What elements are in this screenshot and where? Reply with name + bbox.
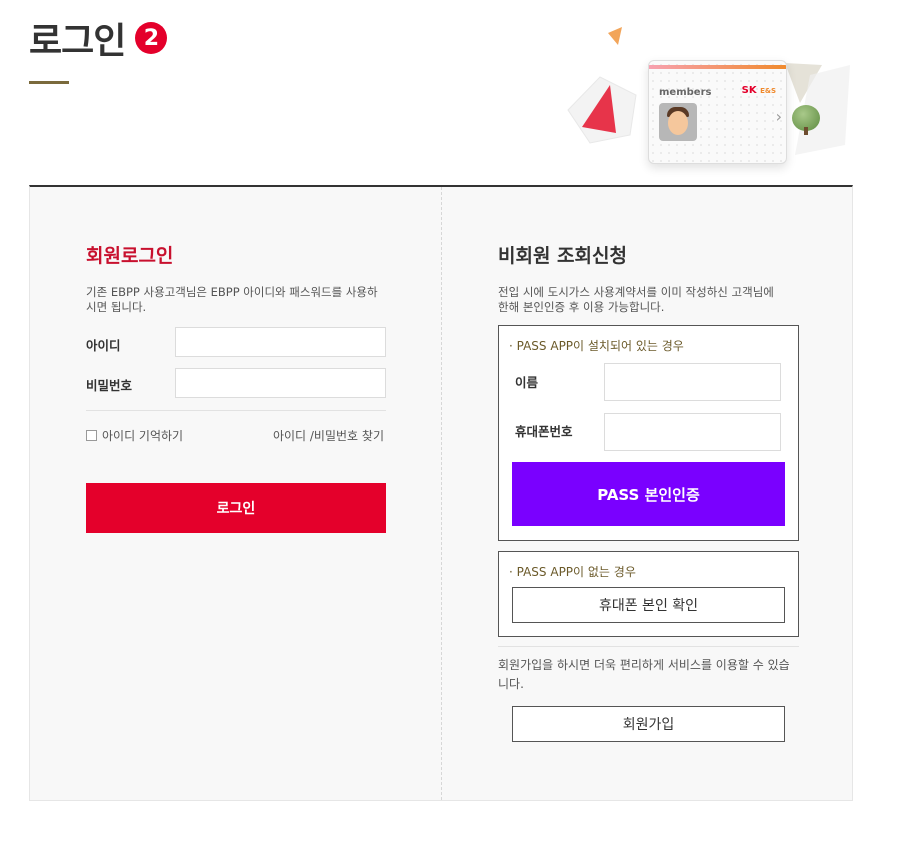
remember-id-label: 아이디 기억하기	[102, 429, 184, 443]
remember-id-checkbox[interactable]	[86, 430, 97, 441]
phone-input[interactable]	[604, 413, 781, 451]
password-input[interactable]	[175, 368, 386, 398]
name-input[interactable]	[604, 363, 781, 401]
sk-logo: SK E&S	[742, 85, 776, 96]
sk-logo-text: SK	[741, 85, 757, 96]
member-login-title: 회원로그인	[86, 245, 174, 267]
signup-button[interactable]: 회원가입	[512, 706, 785, 742]
id-label: 아이디	[86, 338, 121, 353]
name-label: 이름	[515, 375, 539, 390]
find-id-password-link[interactable]: 아이디 /비밀번호 찾기	[273, 427, 384, 444]
step-number-badge: 2	[135, 22, 168, 54]
non-member-description: 전입 시에 도시가스 사용계약서를 이미 작성하신 고객님에 한해 본인인증 후…	[498, 285, 774, 314]
remember-id-option[interactable]: 아이디 기억하기	[86, 427, 183, 444]
member-login-description: 기존 EBPP 사용고객님은 EBPP 아이디와 패스워드를 사용하시면 됩니다…	[86, 285, 378, 314]
panel-divider	[441, 187, 442, 800]
phone-verify-button[interactable]: 휴대폰 본인 확인	[512, 587, 785, 623]
hero-illustration: members SK E&S ›	[560, 15, 860, 175]
phone-label: 휴대폰번호	[515, 424, 573, 439]
pass-missing-box: · PASS APP이 없는 경우 휴대폰 본인 확인	[498, 551, 799, 637]
membership-card: members SK E&S ›	[648, 60, 787, 164]
login-panel: 회원로그인 기존 EBPP 사용고객님은 EBPP 아이디와 패스워드를 사용하…	[29, 185, 853, 801]
card-members-label: members	[659, 87, 712, 98]
non-member-title: 비회원 조회신청	[498, 245, 627, 267]
page-title-text: 로그인	[29, 21, 126, 62]
pass-installed-box: · PASS APP이 설치되어 있는 경우 이름 휴대폰번호 PASS 본인인…	[498, 325, 799, 541]
title-underline	[29, 81, 69, 84]
pass-missing-title: · PASS APP이 없는 경우	[509, 565, 636, 579]
password-label: 비밀번호	[86, 378, 133, 393]
id-input[interactable]	[175, 327, 386, 357]
page-title: 로그인 2	[29, 12, 168, 64]
login-button[interactable]: 로그인	[86, 483, 386, 533]
signup-separator	[498, 646, 799, 647]
card-stripe	[649, 65, 786, 69]
tree-trunk	[804, 127, 808, 135]
chevron-right-icon: ›	[775, 107, 782, 126]
signup-note: 회원가입을 하시면 더욱 편리하게 서비스를 이용할 수 있습니다.	[498, 658, 790, 691]
avatar-icon	[659, 103, 697, 141]
sk-logo-sub: E&S	[760, 87, 776, 95]
orange-triangle-shape	[608, 27, 622, 45]
login-separator	[86, 410, 386, 411]
pass-auth-button[interactable]: PASS 본인인증	[512, 462, 785, 526]
pass-installed-title: · PASS APP이 설치되어 있는 경우	[509, 339, 684, 353]
